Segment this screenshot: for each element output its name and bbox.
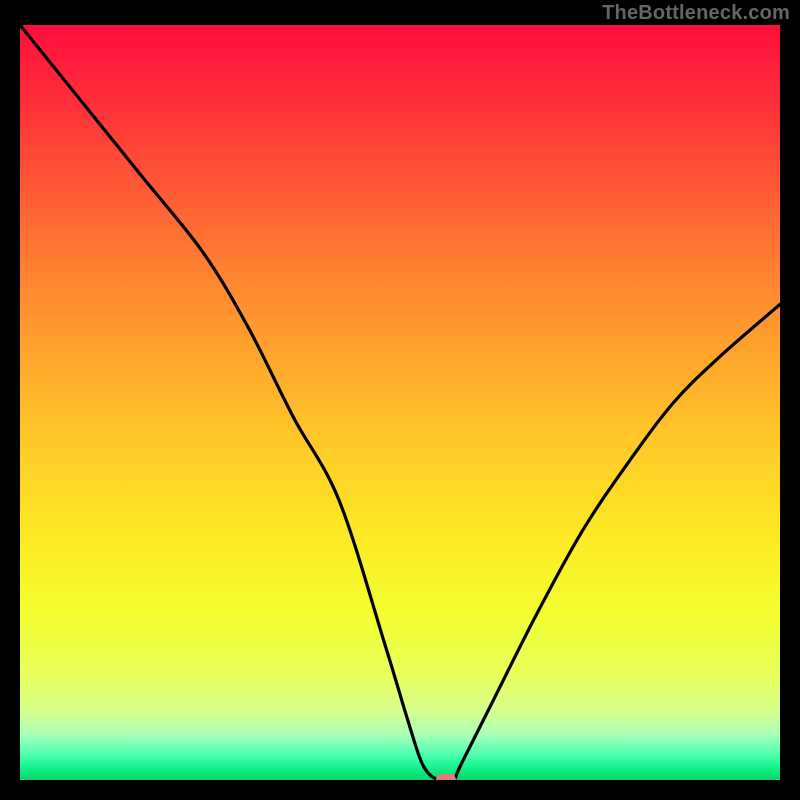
attribution-label: TheBottleneck.com — [602, 2, 790, 25]
optimal-point-marker — [436, 774, 456, 780]
plot-area — [20, 25, 780, 780]
bottleneck-curve — [20, 25, 780, 780]
chart-frame: TheBottleneck.com — [0, 0, 800, 800]
